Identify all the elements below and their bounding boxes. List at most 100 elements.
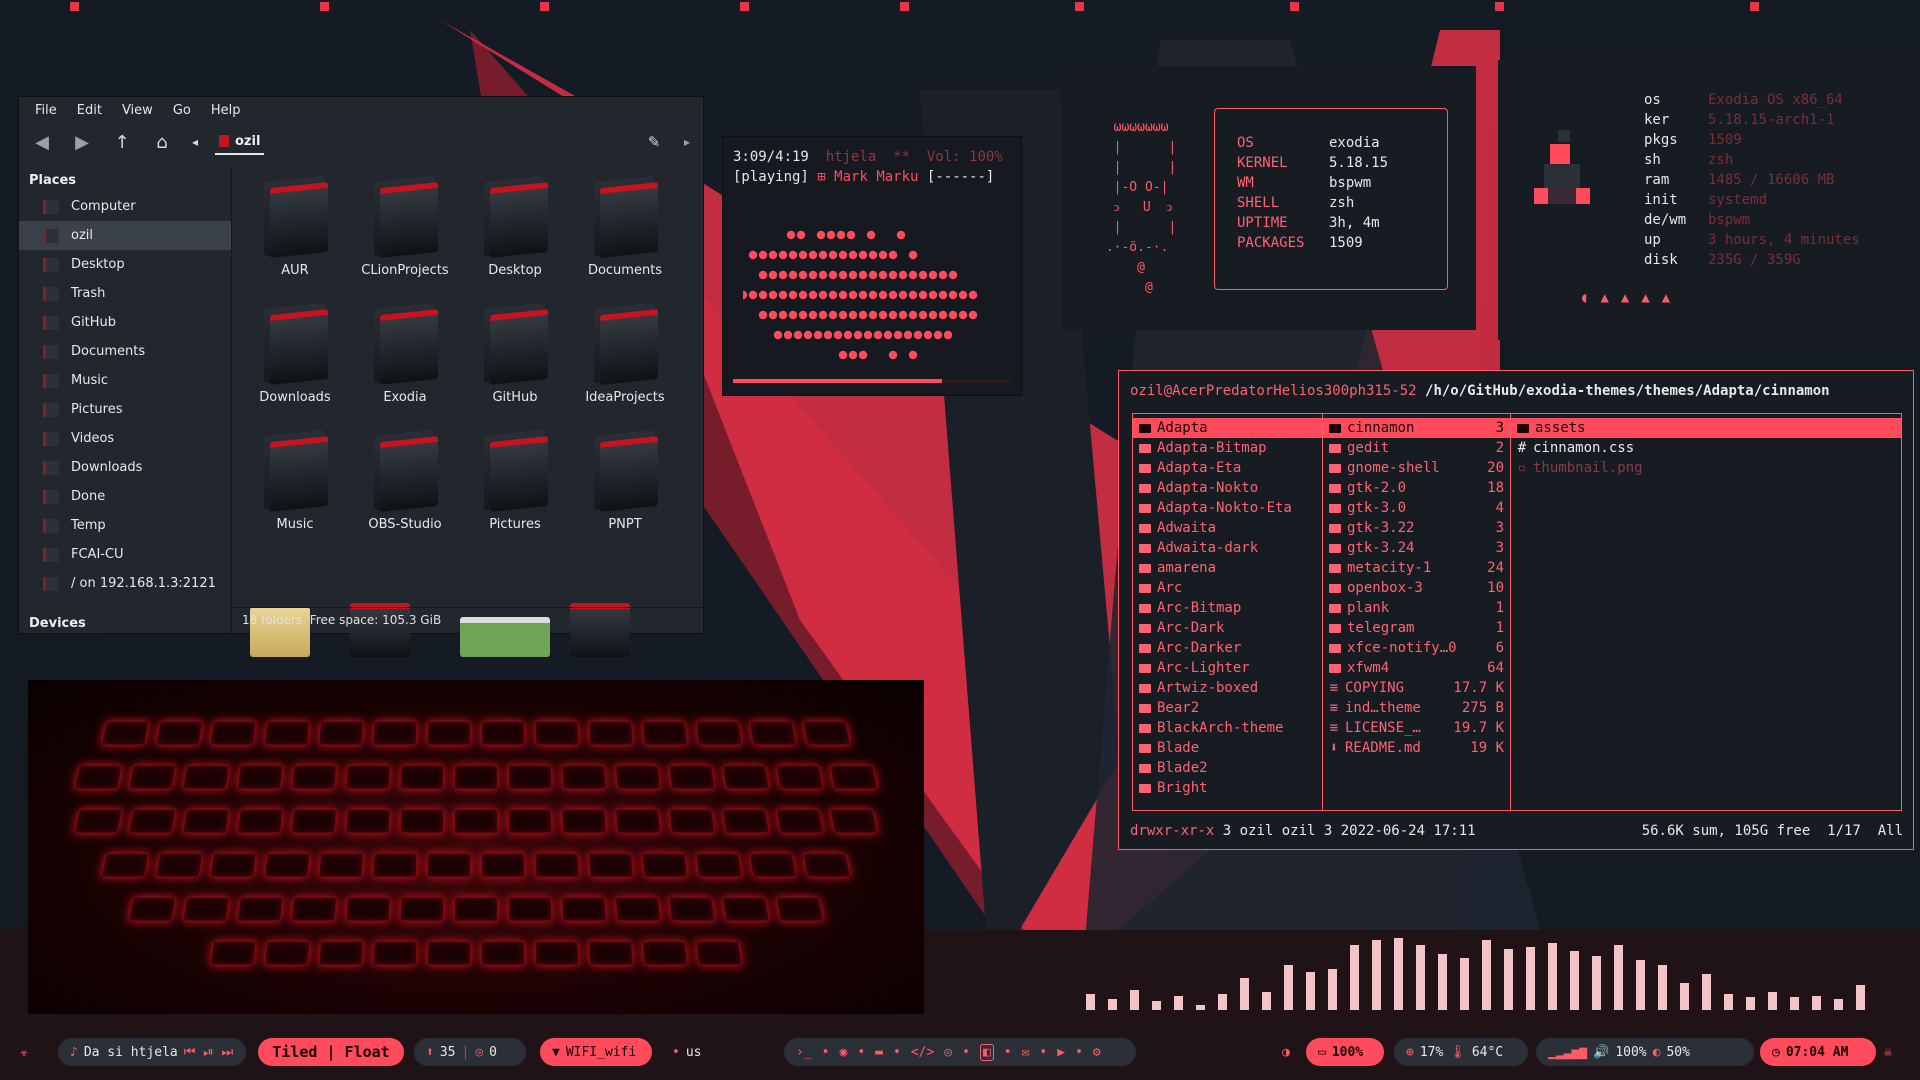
media-controls-icon[interactable]: ⏮ ⏯ ⏭	[184, 1045, 233, 1060]
ranger-entry[interactable]: Adapta	[1133, 418, 1322, 438]
media-widget[interactable]: ♪ Da si htjela ⏮ ⏯ ⏭	[58, 1038, 246, 1066]
sidebar-item[interactable]: Documents	[19, 337, 231, 366]
ranger-entry[interactable]: plank 1	[1323, 598, 1510, 618]
edit-pencil-icon[interactable]: ✎	[641, 129, 667, 155]
sidebar-item[interactable]: Downloads	[19, 453, 231, 482]
ranger-entry[interactable]: Bear2	[1133, 698, 1322, 718]
folder-item[interactable]: Desktop	[460, 175, 570, 302]
sidebar-item[interactable]: Videos	[19, 424, 231, 453]
menu-help[interactable]: Help	[201, 103, 251, 118]
ranger-entry[interactable]: gtk-2.0 18	[1323, 478, 1510, 498]
cpu-temp-widget[interactable]: ⊕ 17% 🌡 64°C	[1394, 1038, 1528, 1066]
ranger-entry[interactable]: Adapta-Nokto	[1133, 478, 1322, 498]
updates-widget[interactable]: ⬆ 35 | ◎ 0	[414, 1038, 526, 1066]
sidebar-item[interactable]: GitHub	[19, 308, 231, 337]
ranger-entry[interactable]: cinnamon 3	[1323, 418, 1510, 438]
ranger-entry[interactable]: Arc-Darker	[1133, 638, 1322, 658]
home-icon[interactable]: ⌂	[149, 129, 175, 155]
menu-edit[interactable]: Edit	[67, 103, 112, 118]
ranger-entry[interactable]: Artwiz-boxed	[1133, 678, 1322, 698]
menu-file[interactable]: File	[25, 103, 67, 118]
firefox-icon[interactable]: ◉	[839, 1045, 847, 1060]
ranger-entry[interactable]: telegram 1	[1323, 618, 1510, 638]
ranger-entry[interactable]: Blade	[1133, 738, 1322, 758]
folder-item[interactable]: PNPT	[570, 429, 680, 556]
folder-item[interactable]: GitHub	[460, 302, 570, 429]
code-icon[interactable]: </>	[911, 1045, 934, 1060]
folder-item[interactable]: Exodia	[350, 302, 460, 429]
power-skull-icon[interactable]: ☠	[1878, 1038, 1898, 1066]
clock-widget[interactable]: ◷ 07:04 AM	[1760, 1038, 1876, 1066]
sidebar-item[interactable]: ozil	[19, 221, 231, 250]
ranger-entry[interactable]: Arc-Bitmap	[1133, 598, 1322, 618]
back-icon[interactable]: ◀	[29, 129, 55, 155]
up-arrow-icon[interactable]: ↑	[109, 129, 135, 155]
ranger-entry[interactable]: ≡ LICENSE_… 19.7 K	[1323, 718, 1510, 738]
audio-brightness-widget[interactable]: ▁▂▃▅▆ 🔊 100% ◐ 50%	[1536, 1038, 1754, 1066]
ranger-entry[interactable]: assets	[1511, 418, 1901, 438]
ranger-entry[interactable]: gtk-3.22 3	[1323, 518, 1510, 538]
sidebar-item[interactable]: Temp	[19, 511, 231, 540]
folder-icon[interactable]: ▬	[875, 1045, 883, 1060]
ranger-entry[interactable]: Bright	[1133, 778, 1322, 798]
launcher-skull-icon[interactable]: ☣	[14, 1038, 34, 1066]
ranger-entry[interactable]: openbox-3 10	[1323, 578, 1510, 598]
ranger-entry[interactable]: gedit 2	[1323, 438, 1510, 458]
ranger-entry[interactable]: gtk-3.24 3	[1323, 538, 1510, 558]
keyboard-layout[interactable]: • us	[660, 1038, 713, 1066]
folder-item[interactable]: CLionProjects	[350, 175, 460, 302]
ranger-entry[interactable]: Adwaita	[1133, 518, 1322, 538]
menu-go[interactable]: Go	[163, 103, 201, 118]
sidebar-item[interactable]: Trash	[19, 279, 231, 308]
terminal-icon[interactable]: ›_	[796, 1045, 812, 1060]
ranger-entry[interactable]: Adwaita-dark	[1133, 538, 1322, 558]
ranger-entry[interactable]: Arc-Dark	[1133, 618, 1322, 638]
folder-item[interactable]: OBS-Studio	[350, 429, 460, 556]
folder-item[interactable]: AUR	[240, 175, 350, 302]
sidebar-item[interactable]: Computer	[19, 192, 231, 221]
chevron-left-icon[interactable]: ◂	[189, 129, 201, 155]
sidebar-item[interactable]: FCAI-CU	[19, 540, 231, 569]
menu-view[interactable]: View	[112, 103, 163, 118]
ranger-entry[interactable]: amarena	[1133, 558, 1322, 578]
ranger-entry[interactable]: xfce-notify…0 6	[1323, 638, 1510, 658]
performance-icon[interactable]: ◑	[1270, 1038, 1302, 1066]
battery-widget[interactable]: ▭ 100%	[1306, 1038, 1384, 1066]
wifi-widget[interactable]: ▼ WIFI_wifi	[540, 1038, 652, 1066]
github-icon[interactable]: ◎	[944, 1045, 952, 1060]
sidebar-item[interactable]: Desktop	[19, 250, 231, 279]
path-button[interactable]: ozil	[215, 130, 265, 155]
sidebar-item[interactable]: Music	[19, 366, 231, 395]
ranger-entry[interactable]: ≡ COPYING 17.7 K	[1323, 678, 1510, 698]
video-icon[interactable]: ▶	[1057, 1045, 1065, 1060]
ranger-entry[interactable]: Arc-Lighter	[1133, 658, 1322, 678]
playback-progress[interactable]	[733, 379, 1011, 383]
ranger-entry[interactable]: Adapta-Nokto-Eta	[1133, 498, 1322, 518]
folder-item[interactable]: Documents	[570, 175, 680, 302]
ranger-entry[interactable]: BlackArch-theme	[1133, 718, 1322, 738]
ranger-entry[interactable]: xfwm4 64	[1323, 658, 1510, 678]
ranger-entry[interactable]: Adapta-Eta	[1133, 458, 1322, 478]
pdf-icon[interactable]: ◧	[979, 1043, 994, 1061]
ranger-entry[interactable]: Adapta-Bitmap	[1133, 438, 1322, 458]
ranger-entry[interactable]: # cinnamon.css	[1511, 438, 1901, 458]
ranger-entry[interactable]: metacity-1 24	[1323, 558, 1510, 578]
ranger-entry[interactable]: ≡ ind…theme 275 B	[1323, 698, 1510, 718]
chevron-right-icon[interactable]: ▸	[681, 129, 693, 155]
sidebar-item[interactable]: Done	[19, 482, 231, 511]
ranger-entry[interactable]: ▫ thumbnail.png	[1511, 458, 1901, 478]
forward-icon[interactable]: ▶	[69, 129, 95, 155]
ranger-entry[interactable]: ⬇ README.md 19 K	[1323, 738, 1510, 758]
chat-icon[interactable]: ✉	[1022, 1045, 1030, 1060]
ranger-entry[interactable]: Blade2	[1133, 758, 1322, 778]
sidebar-item[interactable]: / on 192.168.1.3:2121	[19, 569, 231, 598]
folder-item[interactable]: Downloads	[240, 302, 350, 429]
ranger-entry[interactable]: Arc	[1133, 578, 1322, 598]
ranger-entry[interactable]: gtk-3.0 4	[1323, 498, 1510, 518]
folder-item[interactable]: IdeaProjects	[570, 302, 680, 429]
settings-icon[interactable]: ⚙	[1093, 1045, 1101, 1060]
ranger-entry[interactable]: gnome-shell 20	[1323, 458, 1510, 478]
folder-item[interactable]: Pictures	[460, 429, 570, 556]
folder-item[interactable]: Music	[240, 429, 350, 556]
sidebar-item[interactable]: Pictures	[19, 395, 231, 424]
